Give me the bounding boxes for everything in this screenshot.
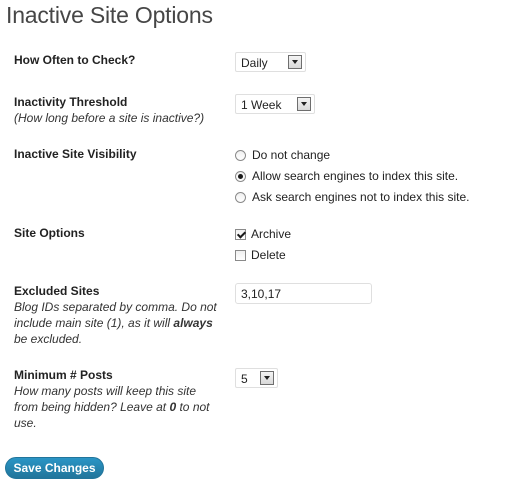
visibility-option-allow-indexing[interactable]: Allow search engines to index this site. <box>235 168 458 184</box>
visibility-option-do-not-change[interactable]: Do not change <box>235 147 330 163</box>
checkbox[interactable] <box>235 249 246 261</box>
chevron-down-icon <box>288 55 302 69</box>
check-frequency-select[interactable]: Daily <box>235 52 306 72</box>
radio-label: Ask search engines not to index this sit… <box>252 190 470 204</box>
check-frequency-label: How Often to Check? <box>14 53 136 67</box>
excluded-sites-label: Excluded Sites <box>14 284 100 298</box>
minimum-posts-value: 5 <box>241 372 248 386</box>
excluded-sites-input[interactable] <box>235 283 372 304</box>
chevron-down-icon <box>297 97 311 111</box>
site-option-archive[interactable]: Archive <box>235 226 291 242</box>
save-changes-button[interactable]: Save Changes <box>5 457 104 479</box>
site-options-label: Site Options <box>14 226 85 240</box>
check-frequency-value: Daily <box>241 56 268 70</box>
minimum-posts-select[interactable]: 5 <box>235 368 278 388</box>
site-option-delete[interactable]: Delete <box>235 247 286 263</box>
radio-button[interactable] <box>235 149 246 161</box>
visibility-option-block-indexing[interactable]: Ask search engines not to index this sit… <box>235 189 469 205</box>
radio-label: Do not change <box>252 148 331 162</box>
radio-button[interactable] <box>235 191 246 203</box>
checkbox[interactable] <box>235 228 246 240</box>
inactivity-threshold-label: Inactivity Threshold <box>14 95 128 109</box>
excluded-sites-description: Blog IDs separated by comma. Do not incl… <box>14 300 217 346</box>
checkbox-label: Archive <box>251 227 292 241</box>
inactivity-threshold-select[interactable]: 1 Week <box>235 94 315 114</box>
inactivity-threshold-value: 1 Week <box>241 98 282 112</box>
page-title: Inactive Site Options <box>6 2 213 28</box>
radio-label: Allow search engines to index this site. <box>252 169 459 183</box>
visibility-label: Inactive Site Visibility <box>14 147 137 161</box>
radio-button[interactable] <box>235 170 246 182</box>
minimum-posts-description: How many posts will keep this site from … <box>14 384 210 430</box>
chevron-down-icon <box>260 371 274 385</box>
checkbox-label: Delete <box>251 248 286 262</box>
inactivity-threshold-description: (How long before a site is inactive?) <box>14 111 205 125</box>
minimum-posts-label: Minimum # Posts <box>14 368 113 382</box>
